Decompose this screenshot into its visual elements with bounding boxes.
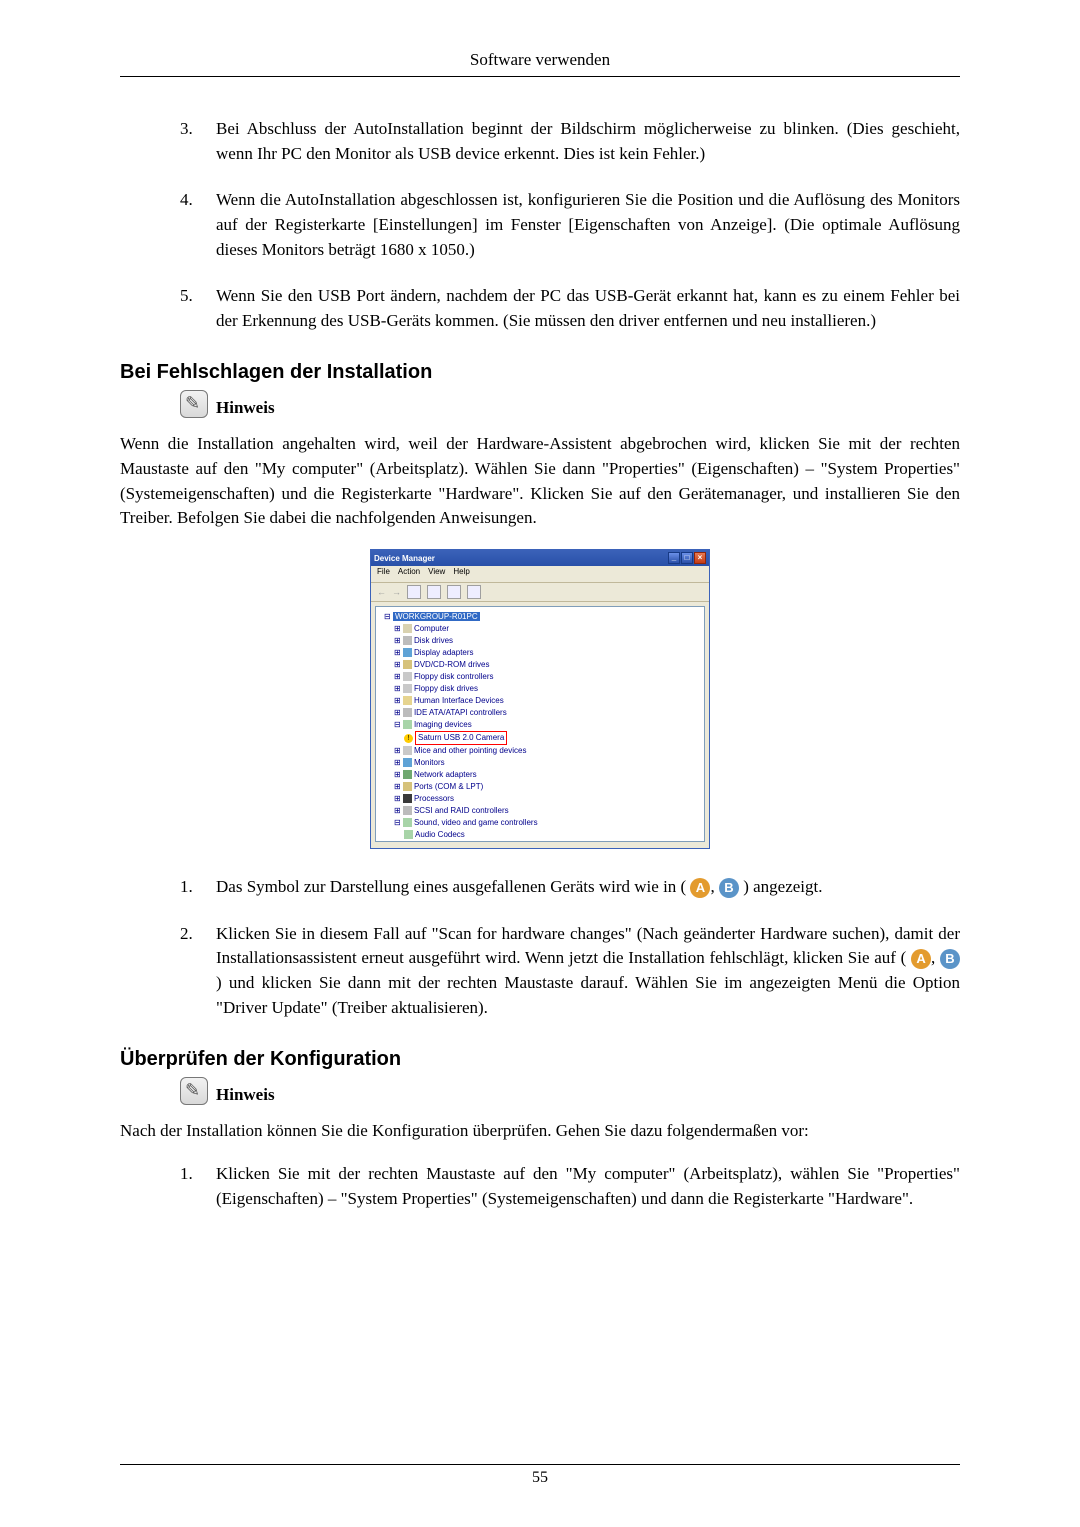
maximize-icon[interactable]: □ <box>681 552 693 564</box>
toolbar-btn-4[interactable] <box>467 585 481 599</box>
minimize-icon[interactable]: _ <box>668 552 680 564</box>
tree-item[interactable]: ⊞ Disk drives <box>384 635 698 647</box>
menu-file[interactable]: File <box>377 567 390 581</box>
badge-sep: , <box>710 877 719 896</box>
tree-item[interactable]: ⊞ Ports (COM & LPT) <box>384 781 698 793</box>
tree-item[interactable]: ⊟ Imaging devices <box>384 719 698 731</box>
step-5-text: Wenn Sie den USB Port ändern, nachdem de… <box>216 286 960 330</box>
step-4-text: Wenn die AutoInstallation abgeschlossen … <box>216 190 960 258</box>
hinweis-row-1: Hinweis <box>180 390 960 418</box>
fail-step-2-text-a: Klicken Sie in diesem Fall auf "Scan for… <box>216 924 960 968</box>
nav-back-icon[interactable]: ← <box>377 587 386 597</box>
badge-b-icon: B <box>719 878 739 898</box>
tree-item[interactable]: ⊞ SCSI and RAID controllers <box>384 805 698 817</box>
page-number: 55 <box>532 1469 548 1486</box>
fail-step-1: 1. Das Symbol zur Darstellung eines ausg… <box>180 875 960 900</box>
tree-subitem[interactable]: Audio Codecs <box>384 829 698 841</box>
tree-item-warning[interactable]: !Saturn USB 2.0 Camera <box>384 731 698 745</box>
verify-step-1: 1. Klicken Sie mit der rechten Maustaste… <box>180 1162 960 1211</box>
menu-action[interactable]: Action <box>398 567 420 581</box>
verify-steps-list: 1. Klicken Sie mit der rechten Maustaste… <box>180 1162 960 1211</box>
fail-step-1-text-a: Das Symbol zur Darstellung eines ausgefa… <box>216 877 686 896</box>
hinweis-label-2: Hinweis <box>216 1085 275 1105</box>
fail-step-2: 2. Klicken Sie in diesem Fall auf "Scan … <box>180 922 960 1021</box>
toolbar-btn-3[interactable] <box>447 585 461 599</box>
step-4: 4. Wenn die AutoInstallation abgeschloss… <box>180 188 960 262</box>
section-verify-config-heading: Überprüfen der Konfiguration <box>120 1048 960 1071</box>
install-steps-list: 3. Bei Abschluss der AutoInstallation be… <box>180 117 960 333</box>
menu-view[interactable]: View <box>428 567 445 581</box>
verify-config-paragraph: Nach der Installation können Sie die Kon… <box>120 1119 960 1144</box>
page-footer: 55 <box>120 1464 960 1487</box>
tree-item[interactable]: ⊞ Network adapters <box>384 769 698 781</box>
section-install-failure-heading: Bei Fehlschlagen der Installation <box>120 361 960 384</box>
verify-step-1-text: Klicken Sie mit der rechten Maustaste au… <box>216 1164 960 1208</box>
fail-step-1-number: 1. <box>180 875 193 900</box>
step-3-text: Bei Abschluss der AutoInstallation begin… <box>216 119 960 163</box>
step-3-number: 3. <box>180 117 193 142</box>
toolbar: ← → <box>371 583 709 602</box>
tree-item[interactable]: ⊞ Computer <box>384 623 698 635</box>
menu-help[interactable]: Help <box>453 567 469 581</box>
step-3: 3. Bei Abschluss der AutoInstallation be… <box>180 117 960 166</box>
toolbar-btn-1[interactable] <box>407 585 421 599</box>
tree-item[interactable]: ⊟ Sound, video and game controllers <box>384 817 698 829</box>
menu-bar: File Action View Help <box>371 566 709 583</box>
fail-step-2-number: 2. <box>180 922 193 947</box>
device-tree[interactable]: ⊟ WORKGROUP-R01PC ⊞ Computer ⊞ Disk driv… <box>375 606 705 842</box>
tree-root[interactable]: ⊟ WORKGROUP-R01PC <box>384 611 698 623</box>
badge-a-icon: A <box>690 878 710 898</box>
badge-b-icon: B <box>940 949 960 969</box>
note-icon <box>180 390 208 418</box>
nav-fwd-icon[interactable]: → <box>392 587 401 597</box>
tree-item[interactable]: ⊞ Monitors <box>384 757 698 769</box>
step-4-number: 4. <box>180 188 193 213</box>
badge-sep: , <box>931 948 940 967</box>
page-header: Software verwenden <box>120 50 960 77</box>
verify-step-1-number: 1. <box>180 1162 193 1187</box>
step-5: 5. Wenn Sie den USB Port ändern, nachdem… <box>180 284 960 333</box>
tree-item[interactable]: ⊞ Processors <box>384 793 698 805</box>
tree-item[interactable]: ⊞ Floppy disk drives <box>384 683 698 695</box>
close-icon[interactable]: × <box>694 552 706 564</box>
note-icon <box>180 1077 208 1105</box>
step-5-number: 5. <box>180 284 193 309</box>
tree-subitem[interactable]: Legacy Audio Drivers <box>384 841 698 842</box>
titlebar: Device Manager _ □ × <box>371 550 709 566</box>
hinweis-label-1: Hinweis <box>216 398 275 418</box>
tree-item[interactable]: ⊞ Mice and other pointing devices <box>384 745 698 757</box>
toolbar-btn-2[interactable] <box>427 585 441 599</box>
hinweis-row-2: Hinweis <box>180 1077 960 1105</box>
fail-step-1-text-b: ) angezeigt. <box>743 877 822 896</box>
device-manager-window: Device Manager _ □ × File Action View He… <box>370 549 710 849</box>
install-failure-paragraph: Wenn die Installation angehalten wird, w… <box>120 432 960 531</box>
window-title: Device Manager <box>374 554 435 563</box>
tree-item[interactable]: ⊞ Display adapters <box>384 647 698 659</box>
tree-item[interactable]: ⊞ IDE ATA/ATAPI controllers <box>384 707 698 719</box>
tree-item[interactable]: ⊞ Floppy disk controllers <box>384 671 698 683</box>
tree-item[interactable]: ⊞ Human Interface Devices <box>384 695 698 707</box>
fail-step-2-text-b: ) und klicken Sie dann mit der rechten M… <box>216 973 960 1017</box>
tree-item[interactable]: ⊞ DVD/CD-ROM drives <box>384 659 698 671</box>
failure-steps-list: 1. Das Symbol zur Darstellung eines ausg… <box>180 875 960 1020</box>
badge-a-icon: A <box>911 949 931 969</box>
